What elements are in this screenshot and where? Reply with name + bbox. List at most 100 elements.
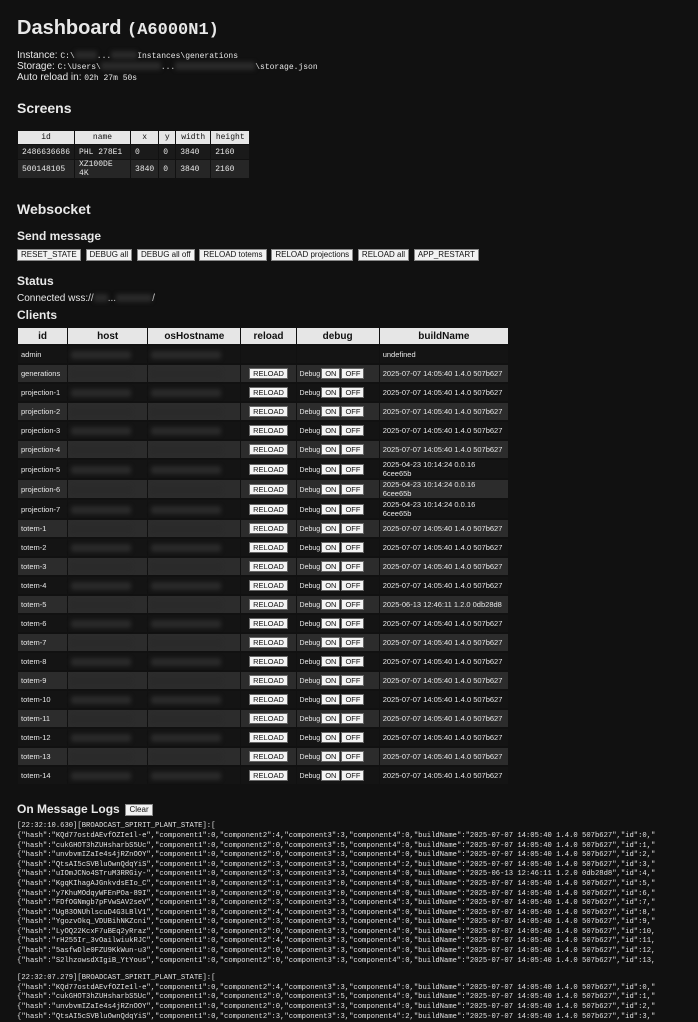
client-debug-on-button[interactable]: ON (321, 637, 341, 648)
client-debug-off-button[interactable]: OFF (341, 444, 365, 455)
client-reload-button[interactable]: RELOAD (249, 713, 288, 724)
debug-all-off-button[interactable]: DEBUG all off (136, 249, 195, 261)
client-reload-button[interactable]: RELOAD (249, 406, 288, 417)
client-debug-off-button[interactable]: OFF (341, 368, 365, 379)
client-debug-on-button[interactable]: ON (321, 425, 341, 436)
client-reload-button[interactable]: RELOAD (249, 387, 288, 398)
client-reload-button[interactable]: RELOAD (249, 503, 288, 515)
logs-heading: On Message Logs (17, 802, 120, 816)
log-line: {"hash":"y7KhuMOdqyWFEnPOa-89I","compone… (17, 889, 656, 898)
client-reload-button[interactable]: RELOAD (249, 523, 288, 534)
client-reload-button[interactable]: RELOAD (249, 618, 288, 629)
client-debug-on-button[interactable]: ON (321, 483, 341, 495)
client-debug-cell: Debug ON OFF (296, 500, 379, 518)
screens-col-id: id (18, 131, 75, 144)
client-reload-button[interactable]: RELOAD (249, 444, 288, 455)
client-debug-on-button[interactable]: ON (321, 751, 341, 762)
client-debug-off-button[interactable]: OFF (341, 425, 365, 436)
debug-all-button[interactable]: DEBUG all (85, 249, 133, 261)
client-debug-on-button[interactable]: ON (321, 503, 341, 515)
client-reload-button[interactable]: RELOAD (249, 542, 288, 553)
client-build-name: 2025-07-07 14:05:40 1.4.0 507b627 (379, 577, 508, 594)
clear-logs-button[interactable]: Clear (125, 804, 153, 817)
client-debug-off-button[interactable]: OFF (341, 656, 365, 667)
client-debug-label: Debug (299, 506, 321, 514)
client-id: totem-11 (18, 710, 68, 727)
client-debug-on-button[interactable]: ON (321, 770, 341, 781)
client-reload-button[interactable]: RELOAD (249, 561, 288, 572)
client-debug-on-button[interactable]: ON (321, 694, 341, 705)
client-reload-button[interactable]: RELOAD (249, 770, 288, 781)
client-debug-off-button[interactable]: OFF (341, 387, 365, 398)
client-debug-off-button[interactable]: OFF (341, 599, 365, 610)
log-line: {"hash":"cukGHOT3hZUHsharbS5Uc","compone… (17, 993, 656, 1002)
client-debug-off-button[interactable]: OFF (341, 406, 365, 417)
client-debug-off-button[interactable]: OFF (341, 561, 365, 572)
client-reload-button[interactable]: RELOAD (249, 425, 288, 436)
client-debug-off-button[interactable]: OFF (341, 732, 365, 743)
client-host (68, 653, 148, 670)
client-debug-label: Debug (299, 583, 321, 590)
reset-state-button[interactable]: RESET_STATE (17, 249, 81, 261)
client-debug-on-button[interactable]: ON (321, 406, 341, 417)
client-debug-off-button[interactable]: OFF (341, 483, 365, 495)
client-debug-on-button[interactable]: ON (321, 523, 341, 534)
client-reload-button[interactable]: RELOAD (249, 694, 288, 705)
screen-x: 3840 (131, 160, 159, 178)
client-debug-on-button[interactable]: ON (321, 368, 341, 379)
client-build-name: 2025-07-07 14:05:40 1.4.0 507b627 (379, 365, 508, 382)
client-reload-button[interactable]: RELOAD (249, 599, 288, 610)
client-reload-button[interactable]: RELOAD (249, 463, 288, 475)
redacted-hostname (151, 620, 222, 628)
client-build-name: undefined (379, 346, 508, 363)
client-debug-on-button[interactable]: ON (321, 463, 341, 475)
client-debug-on-button[interactable]: ON (321, 561, 341, 572)
redacted-host (71, 658, 132, 666)
reload-all-button[interactable]: RELOAD all (357, 249, 410, 261)
reload-projections-button[interactable]: RELOAD projections (271, 249, 354, 261)
client-host (68, 480, 148, 498)
client-id: totem-3 (18, 558, 68, 575)
client-debug-off-button[interactable]: OFF (341, 542, 365, 553)
client-debug-on-button[interactable]: ON (321, 444, 341, 455)
client-debug-label: Debug (299, 428, 321, 435)
client-reload-button[interactable]: RELOAD (249, 751, 288, 762)
client-debug-on-button[interactable]: ON (321, 599, 341, 610)
client-debug-off-button[interactable]: OFF (341, 618, 365, 629)
reload-totems-button[interactable]: RELOAD totems (199, 249, 267, 261)
client-debug-off-button[interactable]: OFF (341, 580, 365, 591)
client-reload-button[interactable]: RELOAD (249, 656, 288, 667)
client-debug-cell: Debug ON OFF (296, 460, 379, 478)
client-host (68, 577, 148, 594)
client-debug-on-button[interactable]: ON (321, 656, 341, 667)
app-restart-button[interactable]: APP_RESTART (413, 249, 479, 261)
storage-path-ellipsis: ... (160, 63, 176, 72)
client-reload-button[interactable]: RELOAD (249, 580, 288, 591)
client-debug-off-button[interactable]: OFF (341, 463, 365, 475)
client-debug-off-button[interactable]: OFF (341, 637, 365, 648)
client-reload-button[interactable]: RELOAD (249, 675, 288, 686)
client-debug-off-button[interactable]: OFF (341, 694, 365, 705)
client-debug-on-button[interactable]: ON (321, 713, 341, 724)
client-debug-off-button[interactable]: OFF (341, 675, 365, 686)
table-row: totem-10 RELOAD Debug ON OFF 2025-07-07 14:05… (18, 691, 508, 708)
client-os-hostname (148, 653, 241, 670)
client-debug-on-button[interactable]: ON (321, 580, 341, 591)
client-debug-off-button[interactable]: OFF (341, 770, 365, 781)
client-debug-on-button[interactable]: ON (321, 732, 341, 743)
client-debug-off-button[interactable]: OFF (341, 751, 365, 762)
client-debug-on-button[interactable]: ON (321, 542, 341, 553)
client-debug-on-button[interactable]: ON (321, 675, 341, 686)
client-debug-off-button[interactable]: OFF (341, 713, 365, 724)
client-debug-cell: Debug ON OFF (296, 615, 379, 632)
client-debug-on-button[interactable]: ON (321, 387, 341, 398)
client-reload-button[interactable]: RELOAD (249, 483, 288, 495)
redacted-host (71, 408, 132, 416)
client-reload-button[interactable]: RELOAD (249, 732, 288, 743)
client-reload-button[interactable]: RELOAD (249, 637, 288, 648)
client-debug-off-button[interactable]: OFF (341, 503, 365, 515)
client-reload-button[interactable]: RELOAD (249, 368, 288, 379)
client-debug-on-button[interactable]: ON (321, 618, 341, 629)
client-reload-cell: RELOAD (241, 520, 296, 537)
client-debug-off-button[interactable]: OFF (341, 523, 365, 534)
